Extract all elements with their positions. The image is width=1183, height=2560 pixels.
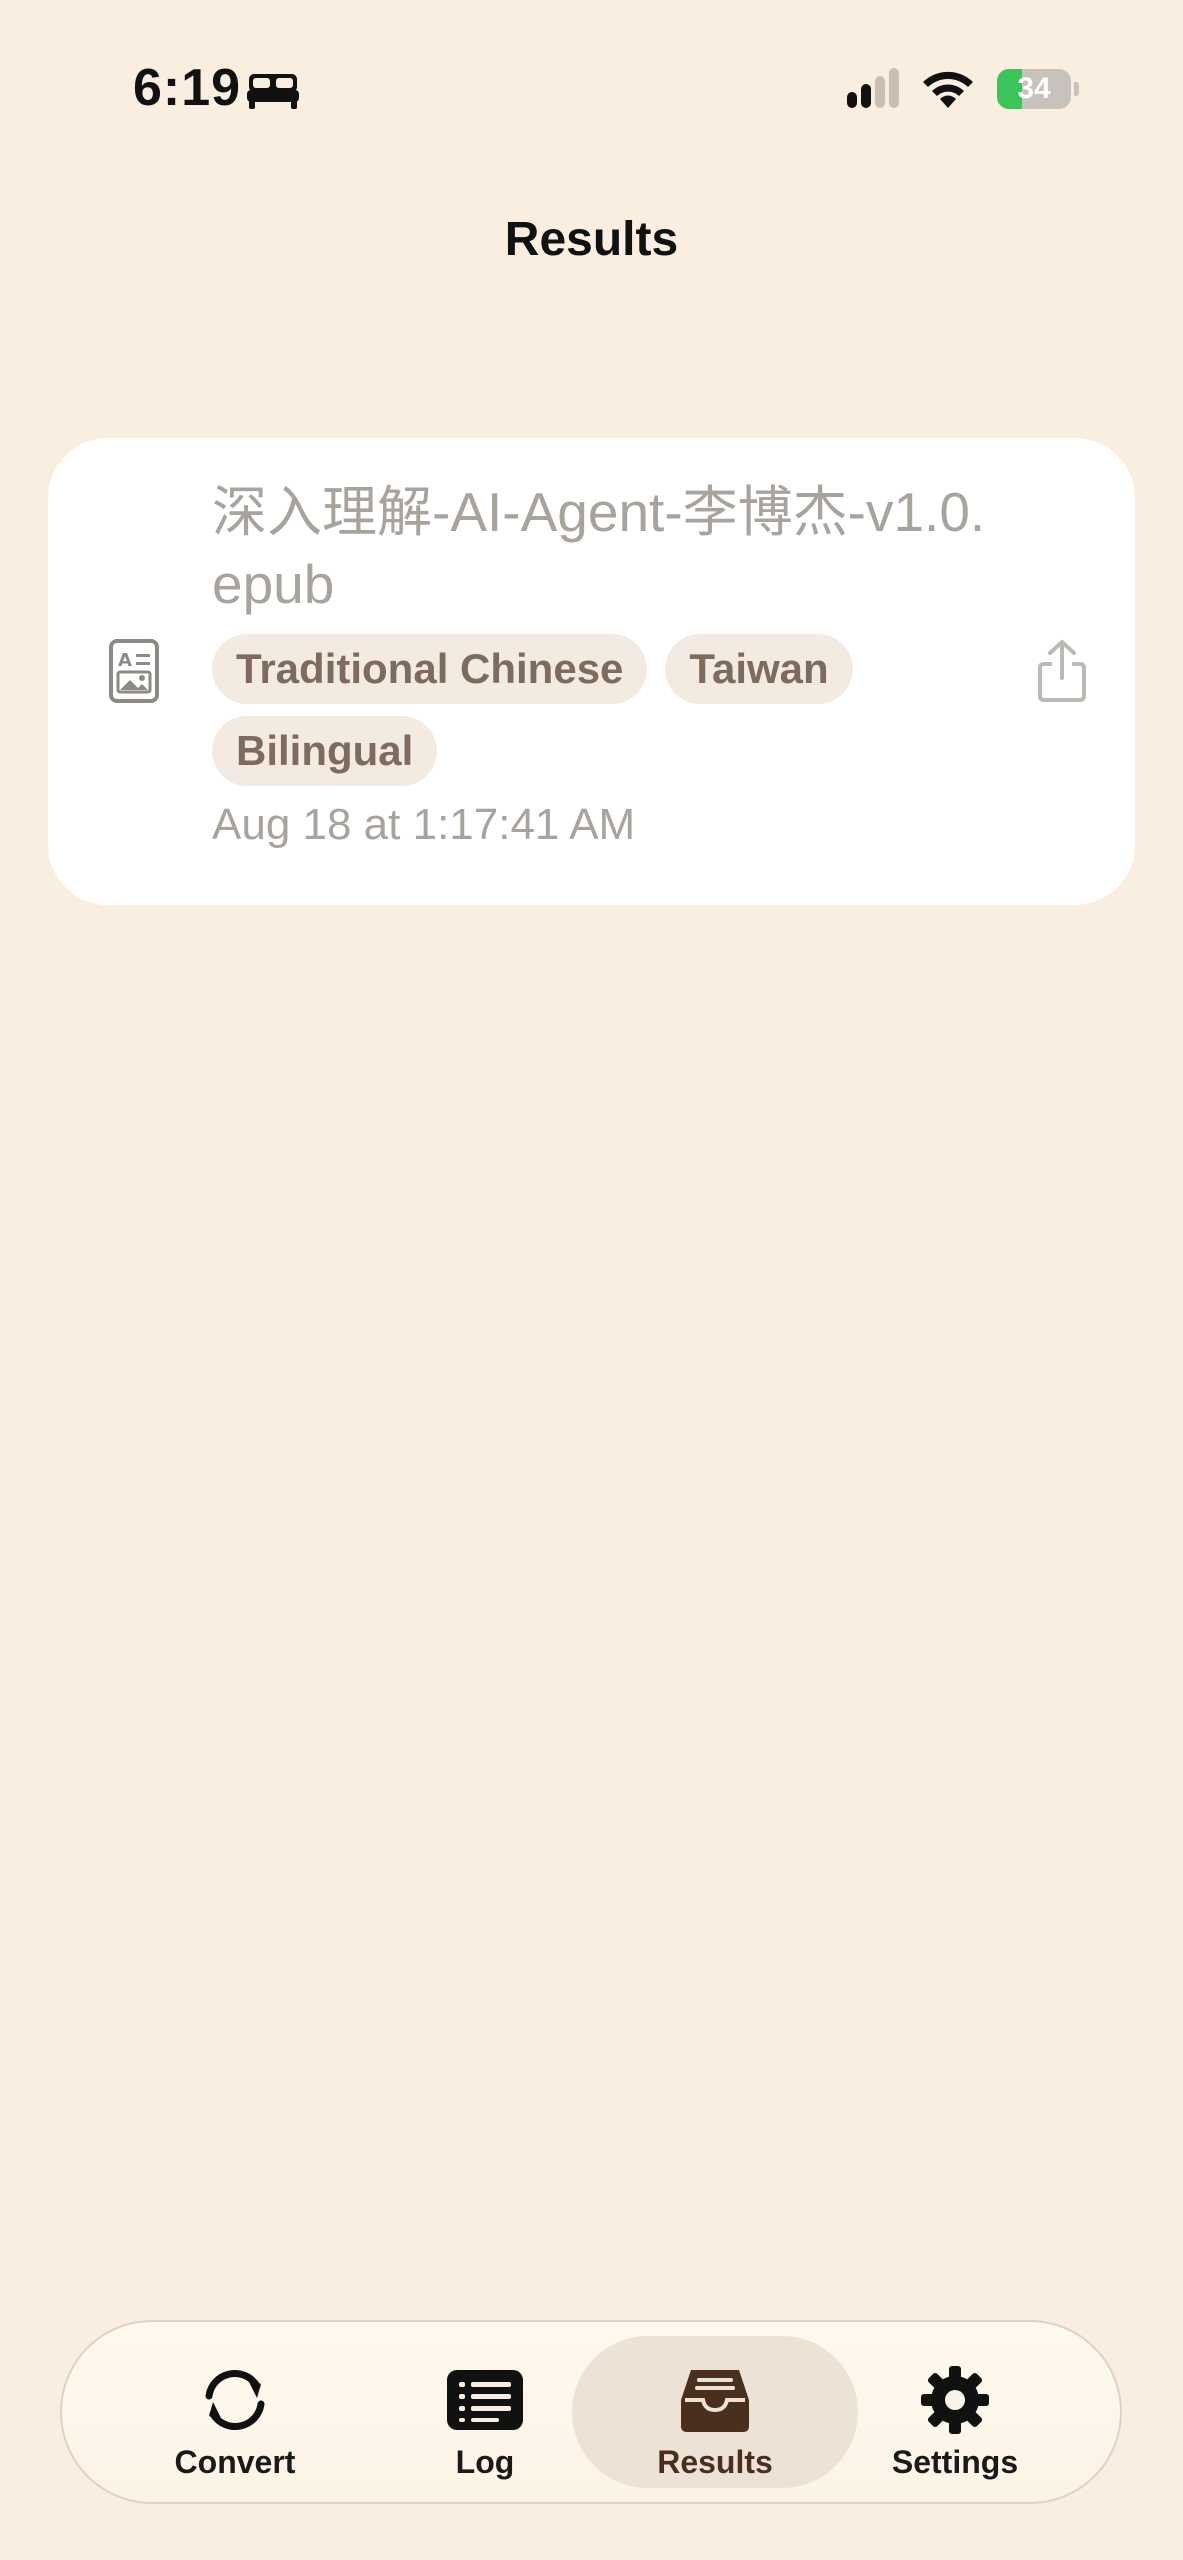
- ebook-file-icon: A: [109, 639, 159, 703]
- share-icon[interactable]: [1034, 638, 1090, 704]
- svg-text:A: A: [118, 650, 132, 671]
- tag-language: Traditional Chinese: [212, 634, 648, 704]
- file-name: 深入理解-AI-Agent-李博杰-v1.0.epub: [212, 481, 986, 615]
- tab-settings-label: Settings: [891, 2444, 1019, 2480]
- result-card[interactable]: A 深入理解-AI-Agent-李博杰-v1.0.epub Traditiona…: [48, 438, 1135, 905]
- tag-region: Taiwan: [665, 634, 853, 704]
- convert-arrows-icon: [205, 2370, 265, 2430]
- page-title: Results: [504, 213, 679, 266]
- battery-level: 34: [1017, 72, 1051, 105]
- gear-icon: [921, 2366, 989, 2434]
- tag-list: Traditional Chinese Taiwan Bilingual: [212, 634, 992, 786]
- tab-settings[interactable]: Settings: [812, 2336, 1098, 2488]
- cellular-signal-icon: [847, 68, 899, 108]
- status-bar: 6:19 34: [0, 0, 1183, 180]
- wifi-icon: [923, 71, 973, 108]
- status-time: 6:19: [133, 59, 242, 117]
- battery-charging-icon: 34: [997, 69, 1079, 109]
- tag-mode: Bilingual: [212, 716, 438, 786]
- result-timestamp: Aug 18 at 1:17:41 AM: [212, 800, 636, 849]
- tab-bar: Convert Log Results Settings: [60, 2320, 1122, 2504]
- result-details: 深入理解-AI-Agent-李博杰-v1.0.epub Traditional …: [212, 476, 992, 850]
- tab-convert-label: Convert: [174, 2444, 296, 2480]
- log-list-icon: [447, 2370, 523, 2430]
- tab-convert[interactable]: Convert: [92, 2336, 378, 2488]
- bed-icon: [247, 74, 299, 109]
- inbox-tray-icon: [681, 2370, 749, 2432]
